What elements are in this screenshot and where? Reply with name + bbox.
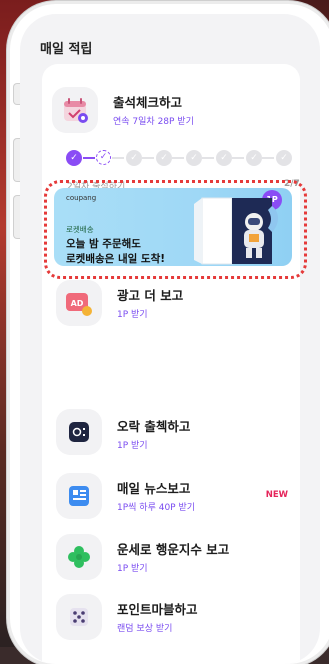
item-title: 광고 더 보고 bbox=[117, 288, 184, 303]
list-item-ad[interactable]: AD 광고 더 보고 1P 받기 bbox=[56, 279, 296, 329]
item-title: 운세로 행운지수 보고 bbox=[117, 542, 230, 557]
list-item-marble[interactable]: 포인트마블하고 랜덤 보상 받기 bbox=[56, 593, 296, 643]
clover-icon bbox=[56, 534, 102, 580]
ad-icon: AD bbox=[56, 280, 102, 326]
svg-text:AD: AD bbox=[71, 299, 84, 308]
ad-brand: coupang bbox=[66, 194, 97, 202]
progress-segment bbox=[172, 157, 184, 159]
page-title: 매일 적립 bbox=[40, 42, 93, 57]
item-title: 매일 뉴스보고 bbox=[117, 481, 191, 496]
day-step: ✓ bbox=[186, 150, 202, 166]
ad-banner[interactable]: coupang 로켓배송 오늘 밤 주문해도 로켓배송은 내일 도착! 1P bbox=[54, 188, 292, 266]
list-item-news[interactable]: 매일 뉴스보고 1P씩 하루 40P 받기 NEW bbox=[56, 472, 296, 522]
ad-headline-2: 로켓배송은 내일 도착! bbox=[66, 253, 166, 265]
news-icon bbox=[56, 473, 102, 519]
ad-headline: 오늘 밤 주문해도 bbox=[66, 238, 141, 250]
item-subtitle: 1P씩 하루 40P 받기 bbox=[117, 503, 196, 513]
day-step: ✓ bbox=[276, 150, 292, 166]
day-step: ✓ bbox=[246, 150, 262, 166]
day-step: ✓ bbox=[156, 150, 172, 166]
game-icon bbox=[56, 409, 102, 455]
astronaut-door-illustration bbox=[194, 197, 278, 265]
progress-segment bbox=[202, 157, 214, 159]
item-subtitle: 1P 받기 bbox=[117, 441, 148, 451]
list-item-game[interactable]: 오락 출첵하고 1P 받기 bbox=[56, 409, 296, 460]
progress-segment bbox=[142, 157, 154, 159]
checkin-row[interactable]: 출석체크하고 연속 7일차 28P 받기 bbox=[52, 86, 292, 136]
checkin-progress: ✓ ✓ ✓ ✓ ✓ ✓ ✓ ✓ bbox=[66, 150, 310, 166]
list-item-fortune[interactable]: 운세로 행운지수 보고 1P 받기 bbox=[56, 533, 296, 583]
dice-icon bbox=[56, 594, 102, 640]
progress-segment bbox=[232, 157, 244, 159]
checkin-subtitle: 연속 7일차 28P 받기 bbox=[113, 117, 194, 127]
new-badge: NEW bbox=[265, 490, 288, 500]
item-subtitle: 1P 받기 bbox=[117, 564, 148, 574]
progress-segment bbox=[112, 157, 124, 159]
item-title: 오락 출첵하고 bbox=[117, 419, 191, 434]
day-step: ✓ bbox=[216, 150, 232, 166]
item-subtitle: 랜덤 보상 받기 bbox=[117, 624, 173, 634]
calendar-icon bbox=[52, 87, 98, 133]
item-title: 포인트마블하고 bbox=[117, 602, 198, 617]
progress-segment bbox=[262, 157, 274, 159]
item-subtitle: 1P 받기 bbox=[117, 310, 148, 320]
checkin-title: 출석체크하고 bbox=[113, 95, 183, 110]
day-step-done: ✓ bbox=[66, 150, 82, 166]
day-step-current: ✓ bbox=[96, 150, 111, 165]
ad-kicker: 로켓배송 bbox=[66, 225, 94, 234]
day-step: ✓ bbox=[126, 150, 142, 166]
progress-segment bbox=[83, 157, 95, 159]
